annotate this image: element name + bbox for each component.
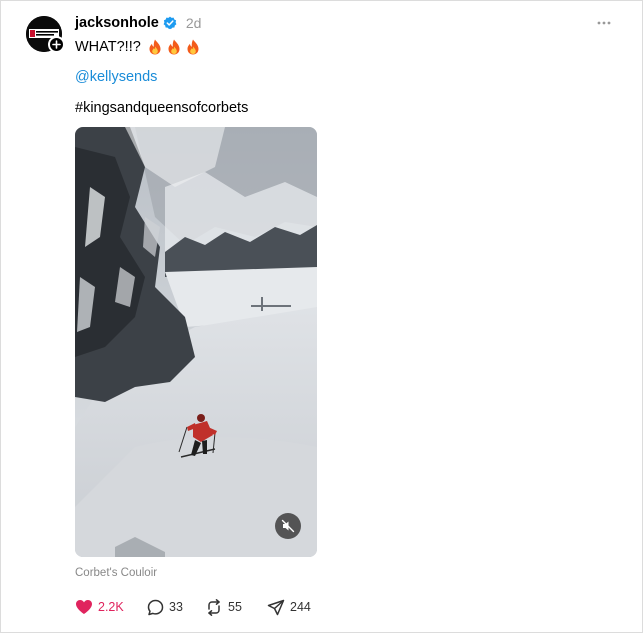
follow-plus-icon[interactable]: [48, 36, 65, 53]
repost-button[interactable]: 55: [205, 598, 267, 616]
post-header: jacksonhole 2d: [75, 14, 201, 32]
location-tag[interactable]: Corbet's Couloir: [75, 567, 157, 579]
post-text: WHAT?!!?: [75, 39, 141, 55]
share-icon: [267, 599, 285, 615]
post-text-line: WHAT?!!?: [75, 38, 200, 56]
fire-emojis: [148, 39, 200, 55]
like-button[interactable]: 2.2K: [75, 599, 147, 615]
reply-button[interactable]: 33: [147, 599, 205, 616]
comment-icon: [147, 599, 164, 615]
video-frame: [75, 127, 317, 557]
like-count: 2.2K: [98, 600, 124, 614]
action-bar: 2.2K 33 55 244: [75, 597, 311, 617]
share-button[interactable]: 244: [267, 599, 311, 616]
video-player[interactable]: [75, 127, 317, 557]
reply-count: 33: [169, 600, 183, 614]
fire-icon: [149, 39, 161, 55]
post-card: jacksonhole 2d WHAT?!!? @kellysends #kin…: [0, 0, 643, 633]
mention-link[interactable]: @kellysends: [75, 68, 157, 86]
post-timestamp[interactable]: 2d: [186, 15, 202, 31]
repost-count: 55: [228, 600, 242, 614]
mute-icon[interactable]: [275, 513, 301, 539]
more-options-icon[interactable]: [596, 15, 612, 31]
username[interactable]: jacksonhole: [75, 15, 159, 31]
hashtag-link[interactable]: #kingsandqueensofcorbets: [75, 99, 248, 117]
share-count: 244: [290, 600, 311, 614]
repost-icon: [208, 598, 220, 616]
fire-icon: [187, 39, 199, 55]
verified-icon: [163, 16, 177, 30]
fire-icon: [168, 39, 180, 55]
heart-icon: [76, 600, 92, 614]
